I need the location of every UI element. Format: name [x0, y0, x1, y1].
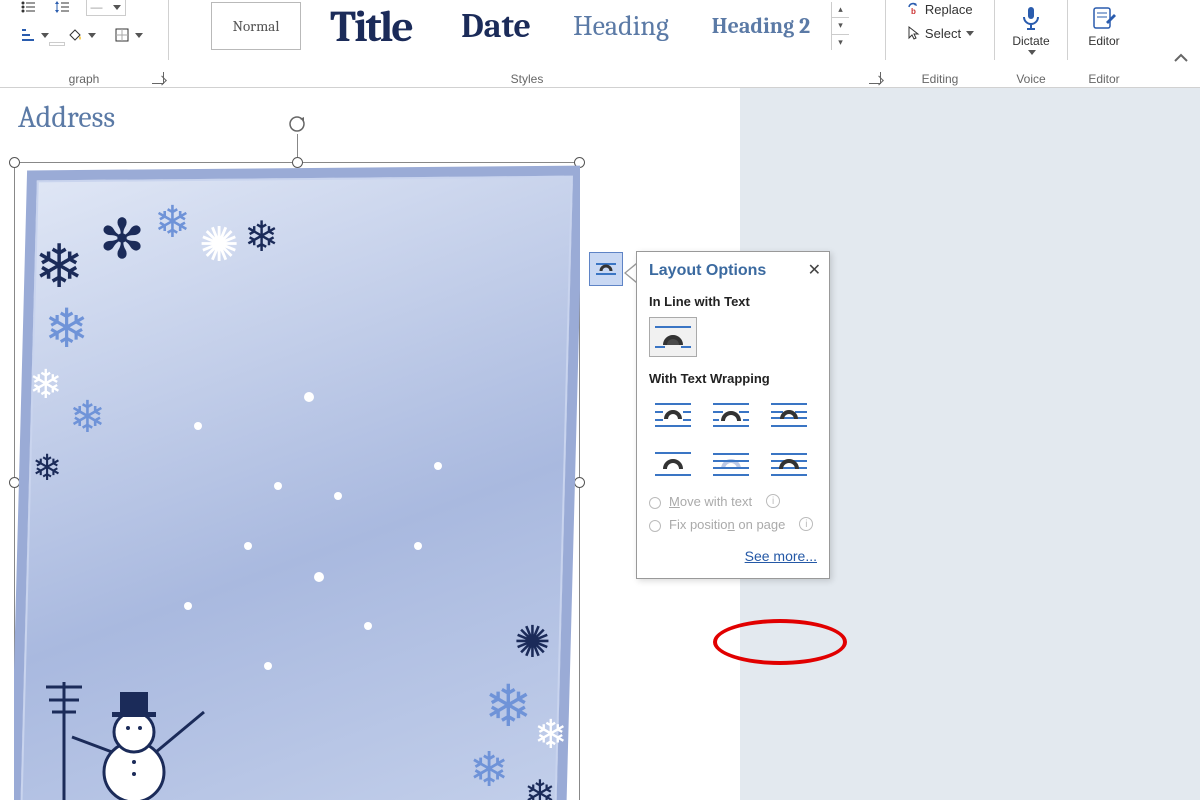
document-canvas[interactable]: Address ❄ ✻ ❄ ✺ ❄ ❄ ❄ ❄ ❄ ✺ ❄ ❄ ❄	[0, 88, 1200, 800]
inline-heading: In Line with Text	[649, 294, 817, 309]
ribbon: — graph	[0, 0, 1200, 88]
font-size-box[interactable]: —	[86, 0, 126, 16]
chevron-down-icon	[88, 33, 96, 38]
style-date-label: Date	[461, 6, 531, 46]
style-date[interactable]: Date	[441, 2, 551, 50]
group-label-styles: Styles	[511, 72, 544, 88]
group-editor: Editor Editor	[1068, 0, 1140, 88]
borders-icon	[114, 27, 130, 43]
chevron-down-icon	[966, 31, 974, 36]
wrap-inline[interactable]	[649, 317, 697, 357]
paragraph-launcher[interactable]	[152, 72, 164, 84]
chevron-up-icon	[1172, 50, 1190, 68]
close-button[interactable]: ✕	[808, 260, 821, 280]
paint-bucket-icon	[67, 27, 83, 43]
style-title[interactable]: Title	[301, 2, 441, 50]
group-voice: Dictate Voice	[995, 0, 1067, 88]
group-editing: b Replace Select Editing	[886, 0, 994, 88]
wrap-behind[interactable]	[707, 444, 755, 484]
wrap-through[interactable]	[765, 394, 813, 434]
group-styles: Normal Title Date Heading Heading 2 ▴ ▾ …	[169, 0, 885, 88]
wrap-topbottom[interactable]	[649, 444, 697, 484]
wrap-front[interactable]	[765, 444, 813, 484]
move-with-text-radio: Move with text i	[649, 494, 817, 509]
line-spacing-button[interactable]	[52, 0, 72, 16]
group-label-voice: Voice	[1016, 72, 1045, 88]
rotate-handle[interactable]	[287, 114, 307, 134]
replace-label: Replace	[925, 2, 973, 17]
fix-position-radio: Fix position on page i	[649, 517, 817, 532]
multilevel-list-button[interactable]	[18, 26, 51, 44]
chevron-down-icon	[41, 33, 49, 38]
style-heading2-label: Heading 2	[712, 13, 810, 39]
group-paragraph: — graph	[0, 0, 168, 88]
svg-text:b: b	[911, 7, 916, 16]
style-heading1[interactable]: Heading	[551, 2, 691, 50]
styles-expand[interactable]: ▾	[832, 35, 849, 50]
dictate-button[interactable]: Dictate	[1001, 2, 1061, 55]
radio-icon	[649, 520, 661, 532]
chevron-down-icon	[135, 33, 143, 38]
editor-button[interactable]: Editor	[1074, 2, 1134, 48]
collapse-ribbon-button[interactable]	[1172, 50, 1190, 73]
wrap-square[interactable]	[649, 394, 697, 434]
popup-title: Layout Options	[649, 262, 817, 280]
move-with-text-label: ove with text	[680, 494, 752, 509]
group-label-editing: Editing	[922, 72, 959, 88]
winter-clipart: ❄ ✻ ❄ ✺ ❄ ❄ ❄ ❄ ❄ ✺ ❄ ❄ ❄ ❄	[14, 162, 580, 800]
layout-options-button[interactable]	[589, 252, 623, 286]
group-label-editor: Editor	[1088, 72, 1119, 88]
borders-button[interactable]	[112, 26, 145, 44]
rotate-icon	[287, 114, 307, 134]
styles-gallery[interactable]: Normal Title Date Heading Heading 2 ▴ ▾ …	[205, 0, 849, 52]
style-title-label: Title	[330, 1, 412, 52]
style-normal-label: Normal	[233, 17, 280, 35]
popup-caret	[624, 263, 636, 283]
chevron-down-icon	[1028, 50, 1036, 55]
info-icon[interactable]: i	[799, 517, 813, 531]
select-button[interactable]: Select	[904, 24, 976, 42]
replace-button[interactable]: b Replace	[904, 0, 975, 18]
see-more-link[interactable]: See more...	[745, 548, 817, 564]
style-heading2[interactable]: Heading 2	[691, 2, 831, 50]
styles-launcher[interactable]	[869, 72, 881, 84]
multilevel-list-icon	[20, 27, 36, 43]
styles-scroll-up[interactable]: ▴	[832, 2, 849, 18]
layout-options-popup: Layout Options ✕ In Line with Text With …	[636, 251, 830, 579]
select-label: Select	[925, 26, 961, 41]
info-icon[interactable]: i	[766, 494, 780, 508]
shading-button[interactable]	[65, 26, 98, 44]
selected-image[interactable]: ❄ ✻ ❄ ✺ ❄ ❄ ❄ ❄ ❄ ✺ ❄ ❄ ❄ ❄	[14, 162, 580, 800]
editor-label: Editor	[1088, 34, 1119, 48]
snowman-icon	[34, 642, 224, 800]
layout-options-icon	[595, 261, 617, 277]
wrap-heading: With Text Wrapping	[649, 371, 817, 386]
style-heading1-label: Heading	[573, 10, 669, 42]
chevron-down-icon	[113, 5, 121, 10]
bullets-icon	[20, 0, 36, 15]
rotate-line	[297, 134, 298, 157]
microphone-icon	[1017, 4, 1045, 32]
styles-scroll[interactable]: ▴ ▾ ▾	[831, 2, 849, 50]
replace-icon: b	[906, 1, 922, 17]
styles-scroll-down[interactable]: ▾	[832, 18, 849, 34]
bullets-button[interactable]	[18, 0, 38, 16]
cursor-icon	[906, 25, 922, 41]
dictate-label: Dictate	[1012, 34, 1049, 48]
fix-position-label: Fix positio	[669, 517, 728, 532]
group-label-paragraph: graph	[69, 72, 100, 88]
line-spacing-icon	[54, 0, 70, 15]
editor-icon	[1090, 4, 1118, 32]
radio-icon	[649, 497, 661, 509]
address-heading: Address	[18, 100, 115, 135]
style-normal[interactable]: Normal	[211, 2, 301, 50]
wrap-tight[interactable]	[707, 394, 755, 434]
